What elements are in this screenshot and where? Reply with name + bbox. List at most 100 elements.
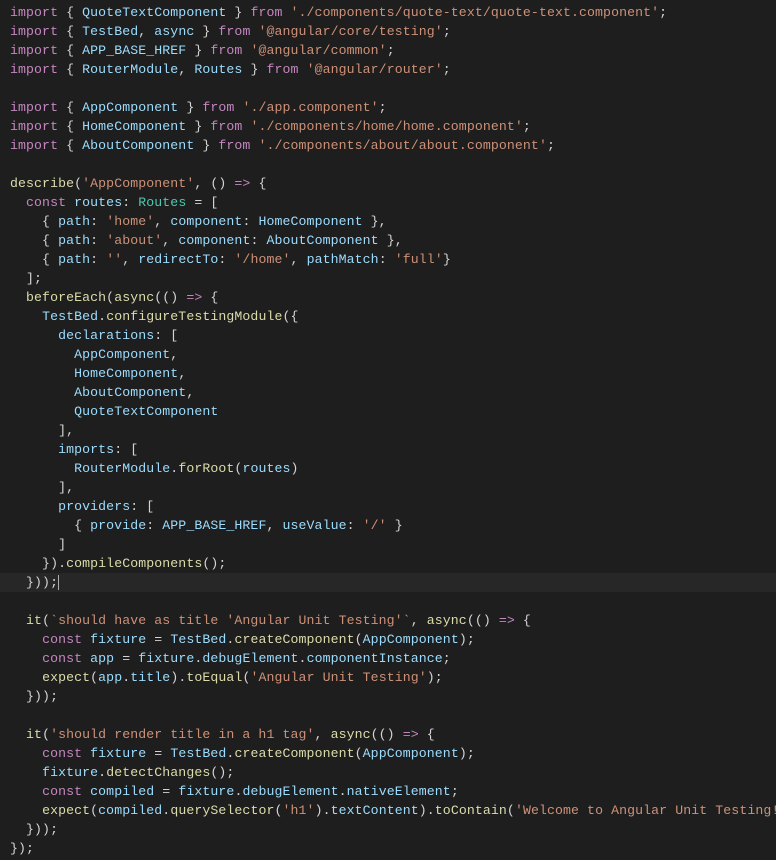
token-type: Routes [138, 195, 186, 210]
token-prop: path [58, 233, 90, 248]
code-line [10, 81, 18, 96]
token-func: toEqual [186, 670, 242, 685]
token-punc: ; [523, 119, 531, 134]
code-line [10, 708, 18, 723]
token-punc [10, 632, 42, 647]
token-punc: = [146, 632, 170, 647]
token-punc: , [186, 385, 194, 400]
token-punc: { [58, 100, 82, 115]
token-func: it [26, 727, 42, 742]
token-str: 'Angular Unit Testing' [250, 670, 426, 685]
token-punc: { [58, 62, 82, 77]
token-punc: } [226, 5, 250, 20]
code-line: ], [10, 423, 74, 438]
token-punc: { [10, 214, 58, 229]
token-punc [10, 195, 26, 210]
token-punc: . [98, 309, 106, 324]
code-line: declarations: [ [10, 328, 178, 343]
token-punc: })); [10, 689, 58, 704]
code-editor[interactable]: import { QuoteTextComponent } from './co… [0, 0, 776, 860]
token-prop: pathMatch [307, 252, 379, 267]
token-punc [10, 404, 74, 419]
token-id: fixture [90, 632, 146, 647]
code-line: it('should render title in a h1 tag', as… [10, 727, 435, 742]
code-line: beforeEach(async(() => { [10, 290, 218, 305]
token-punc [10, 613, 26, 628]
token-punc: : [ [114, 442, 138, 457]
token-punc: : [250, 233, 266, 248]
token-prop: redirectTo [138, 252, 218, 267]
token-id: componentInstance [307, 651, 443, 666]
token-punc: { [419, 727, 435, 742]
token-punc [10, 290, 26, 305]
token-str: 'about' [106, 233, 162, 248]
token-prop: useValue [283, 518, 347, 533]
token-id: fixture [138, 651, 194, 666]
token-punc [10, 765, 42, 780]
token-punc: { [58, 119, 82, 134]
token-punc: ( [355, 746, 363, 761]
token-id: debugElement [202, 651, 298, 666]
token-punc [299, 62, 307, 77]
token-punc: ). [170, 670, 186, 685]
token-id: RouterModule [74, 461, 170, 476]
token-punc: ). [315, 803, 331, 818]
code-line: const routes: Routes = [ [10, 195, 218, 210]
token-str: './app.component' [242, 100, 378, 115]
token-kw: import [10, 43, 58, 58]
token-punc: , [170, 347, 178, 362]
token-punc: = [ [186, 195, 218, 210]
code-line: HomeComponent, [10, 366, 186, 381]
token-str: '@angular/common' [250, 43, 386, 58]
code-line: it(`should have as title 'Angular Unit T… [10, 613, 531, 628]
token-punc: ); [459, 746, 475, 761]
token-str: 'full' [395, 252, 443, 267]
token-punc: ; [659, 5, 667, 20]
token-id: compiled [98, 803, 162, 818]
token-id: HomeComponent [82, 119, 186, 134]
code-line: imports: [ [10, 442, 138, 457]
code-line: import { HomeComponent } from './compone… [10, 119, 531, 134]
token-prop: component [170, 214, 242, 229]
token-punc: { [58, 24, 82, 39]
token-str: '@angular/core/testing' [258, 24, 442, 39]
token-id: AboutComponent [266, 233, 378, 248]
token-punc: ; [547, 138, 555, 153]
token-id: Routes [194, 62, 242, 77]
code-line: }).compileComponents(); [10, 556, 226, 571]
token-punc: : [ [154, 328, 178, 343]
code-line: describe('AppComponent', () => { [10, 176, 266, 191]
token-func: describe [10, 176, 74, 191]
token-punc: , [162, 233, 178, 248]
token-id: APP_BASE_HREF [162, 518, 266, 533]
token-punc: })); [10, 822, 58, 837]
token-punc [82, 651, 90, 666]
token-id: AboutComponent [82, 138, 194, 153]
token-punc: , [154, 214, 170, 229]
token-punc [10, 670, 42, 685]
token-punc: ; [443, 24, 451, 39]
token-punc: (() [467, 613, 499, 628]
token-id: fixture [90, 746, 146, 761]
token-func: expect [42, 803, 90, 818]
code-line: RouterModule.forRoot(routes) [10, 461, 299, 476]
token-str: `should have as title 'Angular Unit Test… [50, 613, 411, 628]
token-punc: : [242, 214, 258, 229]
token-func: forRoot [178, 461, 234, 476]
token-punc [82, 784, 90, 799]
code-line: QuoteTextComponent [10, 404, 218, 419]
token-kw: import [10, 5, 58, 20]
token-prop: path [58, 214, 90, 229]
token-str: 'home' [106, 214, 154, 229]
token-str: 'AppComponent' [82, 176, 194, 191]
token-punc: = [114, 651, 138, 666]
token-punc: ); [459, 632, 475, 647]
token-id: fixture [178, 784, 234, 799]
token-id: TestBed [170, 746, 226, 761]
token-punc: ]; [10, 271, 42, 286]
token-punc: ; [443, 62, 451, 77]
code-line: ] [10, 537, 66, 552]
token-punc [283, 5, 291, 20]
token-punc: , [178, 62, 194, 77]
token-prop: declarations [58, 328, 154, 343]
